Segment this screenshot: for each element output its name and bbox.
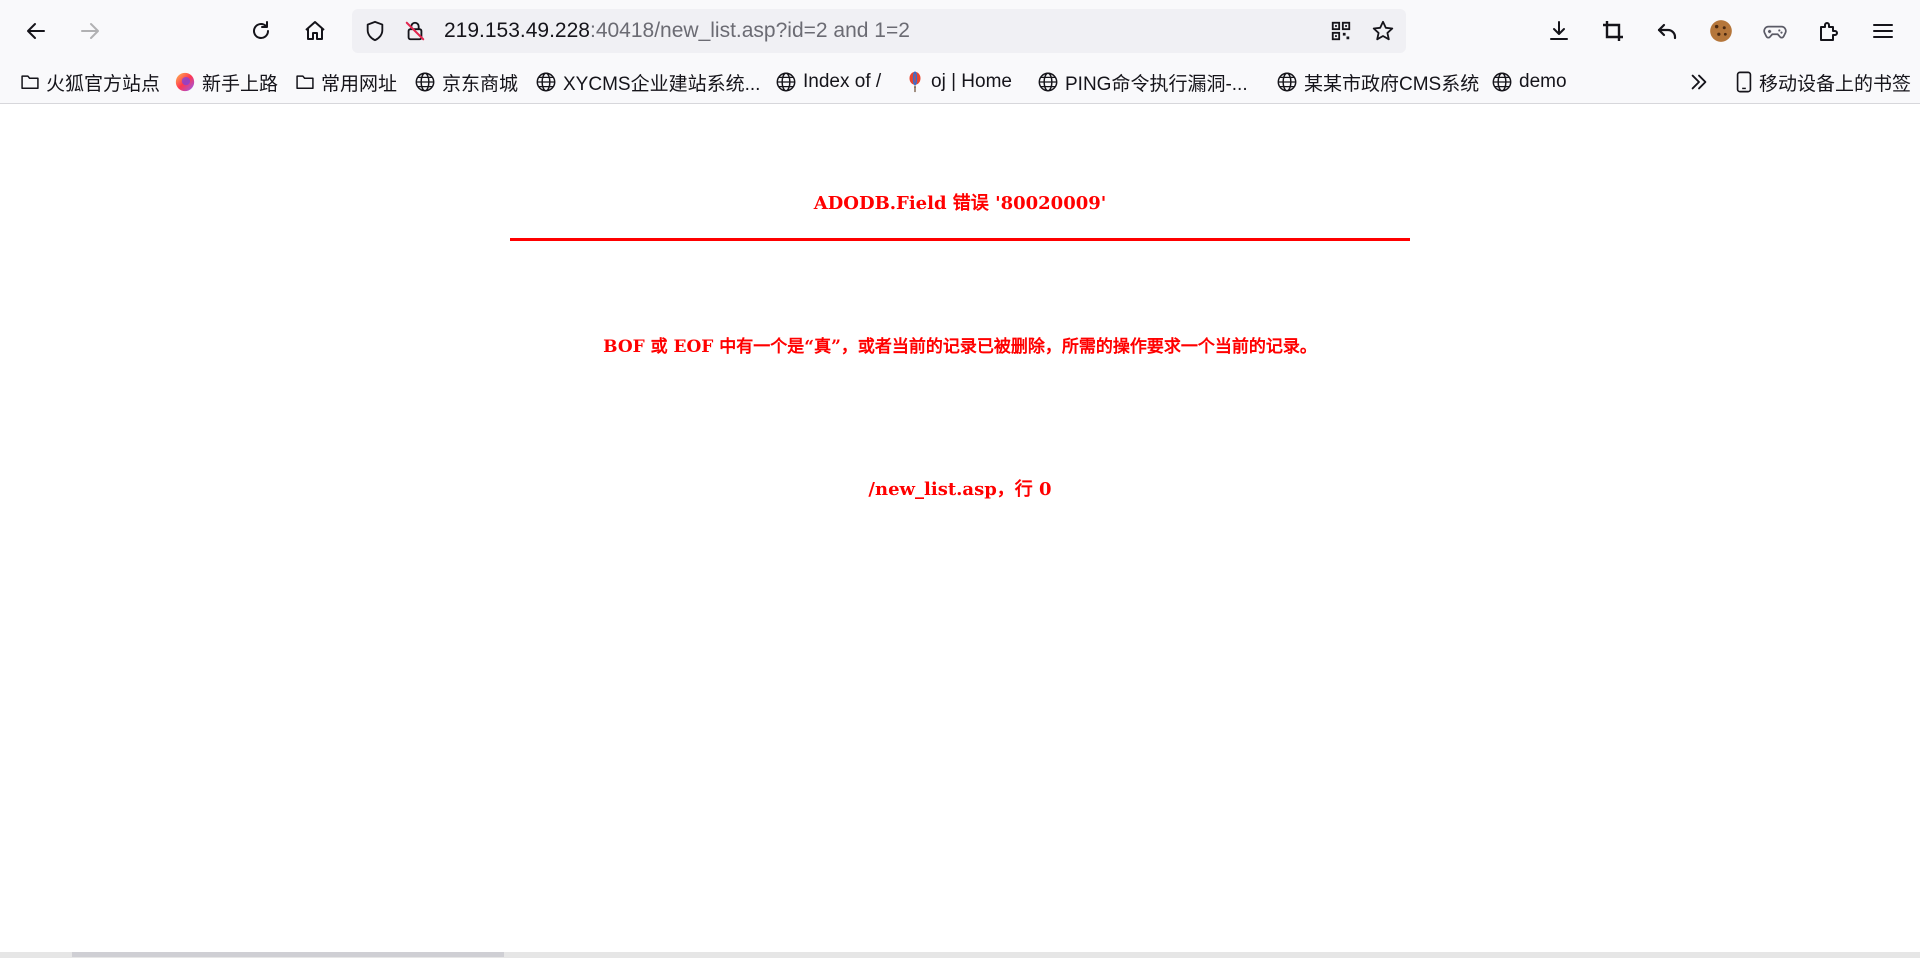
globe-icon — [776, 72, 796, 92]
browser-toolbar: 219.153.49.228:40418/new_list.asp?id=2 a… — [0, 0, 1920, 62]
screenshot-button[interactable] — [1595, 13, 1631, 49]
folder-icon — [296, 75, 314, 89]
insecure-lock-icon — [405, 21, 425, 41]
bookmark-label: 新手上路 — [202, 73, 279, 95]
bookmark-label: oj | Home — [931, 71, 1012, 92]
bookmark-label: PING命令执行漏洞-... — [1065, 73, 1248, 95]
bookmark-label: XYCMS企业建站系统... — [563, 73, 761, 95]
bookmark-item[interactable]: 京东商城 — [414, 62, 518, 102]
url-path: :40418/new_list.asp?id=2 and 1=2 — [589, 19, 910, 42]
bookmark-label: 常用网址 — [321, 73, 398, 95]
page-content: ADODB.Field 错误 '80020009' BOF 或 EOF 中有一个… — [0, 104, 1920, 952]
bookmark-item[interactable]: Index of / — [775, 62, 881, 102]
scrollbar-thumb[interactable] — [72, 952, 504, 957]
back-button[interactable] — [18, 13, 54, 49]
mobile-bookmarks-folder[interactable]: 移动设备上的书签 — [1735, 62, 1911, 102]
bookmark-item[interactable]: PING命令执行漏洞-... — [1037, 62, 1248, 102]
undo-icon — [1657, 23, 1677, 40]
site-info-button[interactable] — [400, 16, 430, 46]
globe-icon — [1492, 72, 1512, 92]
bookmarks-overflow-button[interactable] — [1688, 62, 1716, 102]
globe-icon — [1038, 72, 1058, 92]
error-title: ADODB.Field 错误 '80020009' — [813, 193, 1107, 214]
bookmark-label: 火狐官方站点 — [46, 73, 161, 95]
chevrons-right-icon — [1691, 74, 1707, 90]
mobile-bookmarks-label: 移动设备上的书签 — [1759, 73, 1912, 95]
bookmark-label: 某某市政府CMS系统 — [1304, 73, 1480, 95]
url-text[interactable]: 219.153.49.228:40418/new_list.asp?id=2 a… — [444, 9, 910, 53]
folder-icon — [21, 75, 39, 89]
error-message: BOF 或 EOF 中有一个是“真”，或者当前的记录已被删除，所需的操作要求一个… — [603, 337, 1317, 357]
bookmark-star-button[interactable] — [1368, 16, 1398, 46]
bookmark-item[interactable]: 某某市政府CMS系统 — [1276, 62, 1479, 102]
extensions-button[interactable] — [1811, 13, 1847, 49]
home-button[interactable] — [297, 13, 333, 49]
url-bar[interactable]: 219.153.49.228:40418/new_list.asp?id=2 a… — [352, 9, 1406, 53]
star-icon — [1372, 20, 1394, 41]
reload-icon — [253, 21, 269, 39]
error-location: /new_list.asp，行 0 — [868, 479, 1052, 500]
gamepad-icon — [1763, 25, 1787, 39]
bookmark-item[interactable]: XYCMS企业建站系统... — [535, 62, 760, 102]
arrow-left-icon — [27, 23, 45, 39]
reload-button[interactable] — [243, 13, 279, 49]
bookmark-label: Index of / — [803, 71, 882, 92]
bookmark-item[interactable]: oj | Home — [905, 62, 1012, 102]
globe-icon — [1277, 72, 1297, 92]
bookmark-item[interactable]: 新手上路 — [174, 62, 278, 102]
globe-icon — [536, 72, 556, 92]
bookmarks-toolbar: 火狐官方站点 新手上路 常用网址 京东商城 XYCMS企业建站系统... Ind… — [0, 62, 1920, 104]
bookmark-label: 京东商城 — [442, 73, 519, 95]
undo-button[interactable] — [1649, 13, 1685, 49]
url-host: 219.153.49.228 — [444, 19, 590, 42]
crop-icon — [1603, 21, 1623, 41]
shield-icon — [366, 20, 384, 42]
bookmark-folder[interactable]: 火狐官方站点 — [20, 62, 160, 102]
qr-code-button[interactable] — [1326, 16, 1356, 46]
tracking-protection-button[interactable] — [360, 16, 390, 46]
puzzle-icon — [1820, 22, 1838, 41]
cookie-extension-button[interactable] — [1703, 13, 1739, 49]
forward-button[interactable] — [72, 13, 108, 49]
app-menu-button[interactable] — [1865, 13, 1901, 49]
home-icon — [305, 21, 325, 40]
mobile-device-icon — [1736, 71, 1752, 93]
downloads-button[interactable] — [1541, 13, 1577, 49]
arrow-right-icon — [81, 23, 99, 39]
bookmark-label: demo — [1519, 71, 1567, 92]
qr-code-icon — [1331, 21, 1351, 41]
firefox-icon — [175, 72, 195, 92]
balloon-icon — [909, 71, 921, 93]
error-divider — [510, 238, 1410, 241]
download-icon — [1550, 21, 1568, 40]
bookmark-folder[interactable]: 常用网址 — [295, 62, 397, 102]
hamburger-menu-icon — [1873, 24, 1893, 38]
cookie-icon — [1710, 20, 1732, 42]
extension-button[interactable] — [1757, 13, 1793, 49]
globe-icon — [415, 72, 435, 92]
bookmark-item[interactable]: demo — [1491, 62, 1567, 102]
